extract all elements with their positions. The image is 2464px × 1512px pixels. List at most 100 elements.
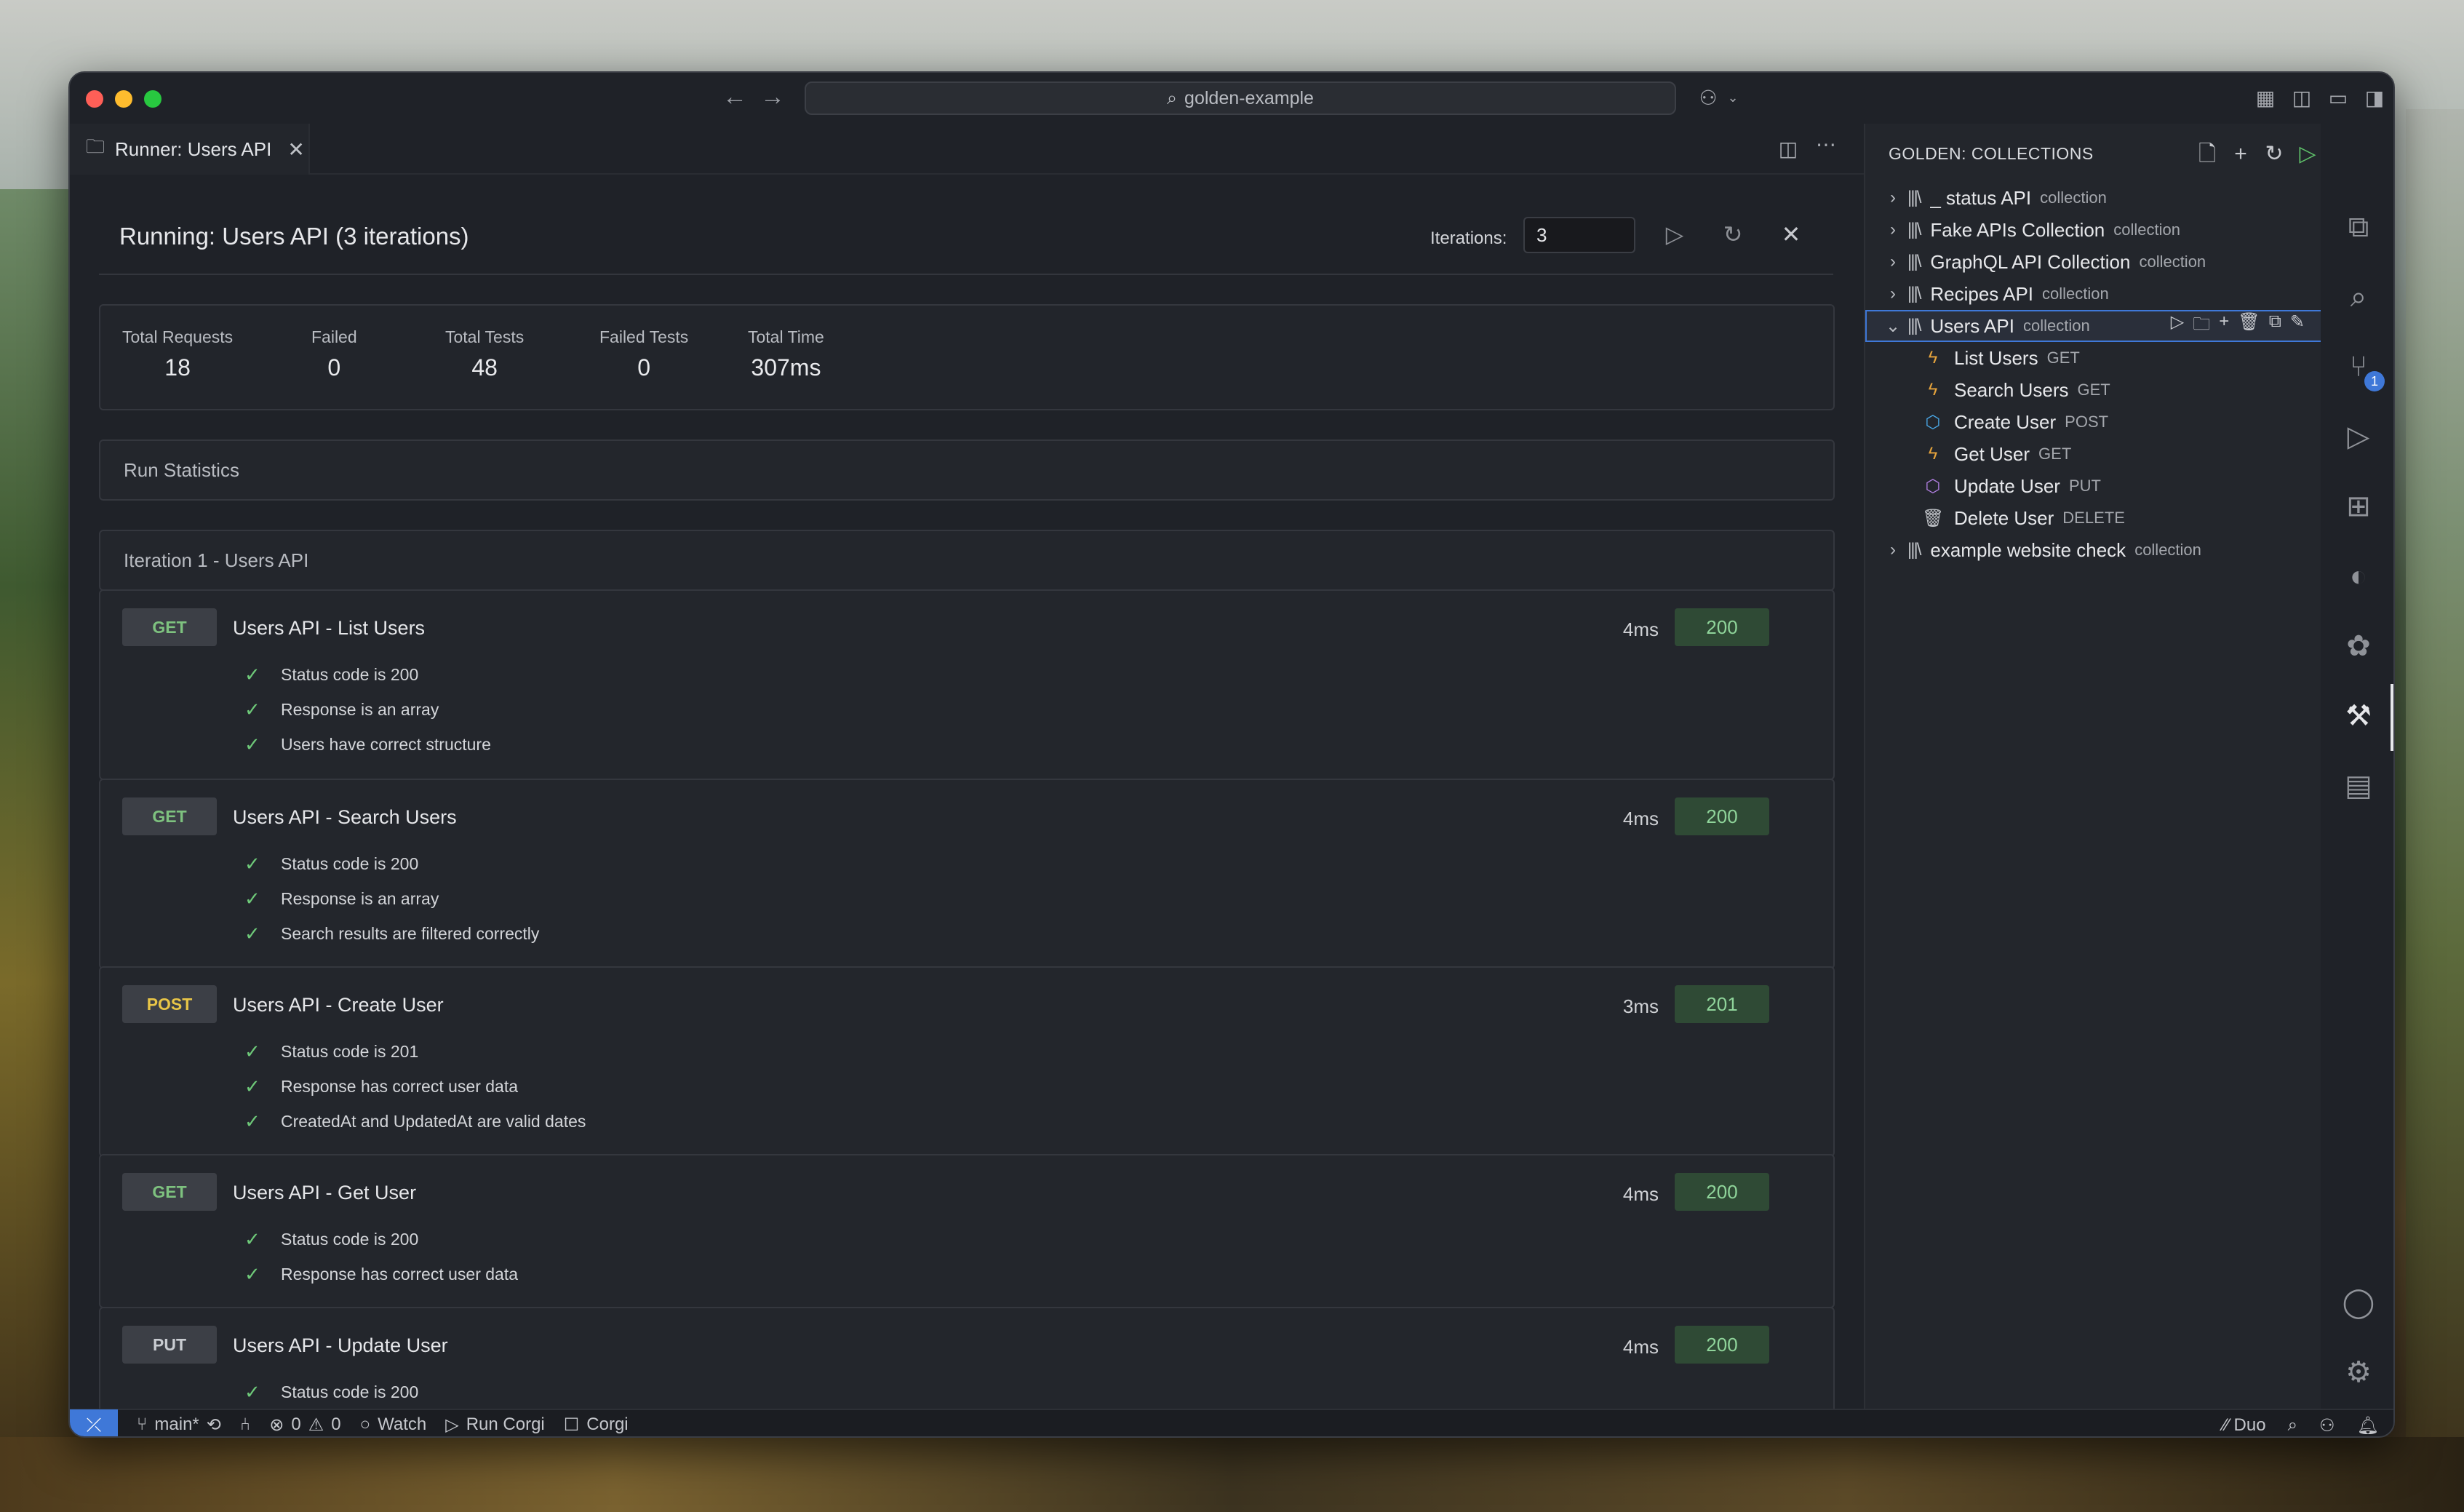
gear-icon[interactable]: ⚙: [2341, 1355, 2376, 1390]
test-result: ✓ Response has correct user data: [244, 1263, 519, 1285]
run-icon[interactable]: ▷: [2293, 140, 2322, 169]
git-graph-icon[interactable]: ⑃: [240, 1414, 250, 1435]
collection-item[interactable]: › |||\ Recipes API collection: [1865, 278, 2322, 310]
method-badge: GET: [122, 797, 217, 835]
request-time: 4ms: [1622, 808, 1659, 829]
error-icon: ⊗: [269, 1414, 284, 1435]
chevron-right-icon: ›: [1890, 540, 1896, 560]
refresh-icon[interactable]: ↻: [1717, 218, 1749, 250]
back-arrow-icon[interactable]: ←: [720, 83, 749, 111]
copy-icon[interactable]: ⧉: [2269, 311, 2281, 341]
package-icon: ⬡: [1925, 476, 1941, 496]
bell-icon[interactable]: 🔔︎: [2357, 1415, 2379, 1436]
toggle-primary-sidebar-icon[interactable]: ◫: [2289, 86, 2315, 111]
run-statistics-header[interactable]: Run Statistics: [99, 439, 1835, 501]
package-icon: ⬡: [1925, 412, 1941, 432]
request-item[interactable]: ⬡ Create User POST: [1865, 406, 2322, 438]
chevron-down-icon[interactable]: ⌄: [1720, 90, 1746, 115]
gauge-icon[interactable]: ◐: [2341, 559, 2376, 594]
check-icon: ✓: [244, 853, 260, 875]
request-time: 3ms: [1622, 995, 1659, 1017]
request-result: GET Users API - Search Users 4ms 200 ✓ St…: [99, 779, 1835, 969]
collection-item-selected[interactable]: ⌄ |||\ Users API collection ▷ 🗀 + 🗑 ⧉ ✎: [1865, 310, 2322, 342]
search-text: golden-example: [1184, 87, 1314, 108]
check-icon: ✓: [244, 1041, 260, 1062]
more-actions-icon[interactable]: ⋯: [1813, 132, 1839, 157]
api-client-icon[interactable]: ⚒: [2341, 699, 2376, 733]
collection-item[interactable]: › |||\ Fake APIs Collection collection: [1865, 214, 2322, 246]
close-icon[interactable]: ✕: [1775, 218, 1807, 250]
remote-icon[interactable]: ⤫: [70, 1409, 118, 1436]
library-icon: |||\: [1907, 284, 1921, 303]
search-icon[interactable]: ⌕: [2341, 279, 2376, 314]
forward-arrow-icon[interactable]: →: [758, 83, 787, 111]
runner-editor: Running: Users API (3 iterations) Iterat…: [70, 175, 1864, 1409]
iterations-input[interactable]: [1523, 217, 1635, 253]
request-name: Users API - Create User: [233, 994, 444, 1016]
watch-button[interactable]: ○ Watch: [360, 1414, 427, 1435]
page-title: Running: Users API (3 iterations): [119, 223, 469, 250]
collection-item[interactable]: › |||\ _ status API collection: [1865, 182, 2322, 214]
add-icon[interactable]: +: [2219, 311, 2229, 341]
collection-item[interactable]: › |||\ example website check collection: [1865, 534, 2322, 566]
edit-icon[interactable]: ✎: [2290, 311, 2305, 341]
request-result: GET Users API - Get User 4ms 200 ✓ Status…: [99, 1154, 1835, 1308]
request-item[interactable]: ϟ Get User GET: [1865, 438, 2322, 470]
problems-indicator[interactable]: ⊗ 0 ⚠ 0: [269, 1414, 340, 1436]
extensions-icon[interactable]: ⊞: [2341, 489, 2376, 524]
library-icon: |||\: [1907, 540, 1921, 560]
lightning-icon: ϟ: [1928, 380, 1938, 399]
check-icon: ✓: [244, 664, 260, 685]
run-debug-icon[interactable]: ▷: [2341, 419, 2376, 454]
duo-button[interactable]: ⁄⁄ Duo: [2223, 1415, 2266, 1436]
play-icon[interactable]: ▷: [1659, 218, 1691, 250]
stat-failed: Failed 0: [311, 327, 357, 381]
stat-total-tests: Total Tests 48: [445, 327, 525, 381]
clipboard-icon[interactable]: ▤: [2341, 768, 2376, 803]
iterations-label: Iterations:: [1430, 228, 1507, 248]
close-icon[interactable]: ✕: [287, 138, 304, 162]
close-window-button[interactable]: [86, 90, 103, 108]
request-name: Users API - List Users: [233, 617, 426, 639]
trash-icon: 🗑: [1922, 508, 1945, 528]
run-corgi-button[interactable]: ▷ Run Corgi: [445, 1414, 545, 1436]
status-badge: 200: [1675, 608, 1769, 646]
title-bar: ← → ⌕ golden-example ⚇ ⌄ ▦ ◫ ▭ ◨: [70, 73, 2393, 124]
explorer-icon[interactable]: ⧉: [2341, 210, 2376, 244]
corgi-button[interactable]: ☐ Corgi: [564, 1414, 629, 1436]
customize-layout-icon[interactable]: ▦: [2252, 86, 2278, 111]
account-icon[interactable]: ◯: [2341, 1285, 2376, 1320]
tab-runner-users-api[interactable]: 🗀 Runner: Users API ✕: [70, 124, 310, 175]
background-right: [2406, 109, 2464, 1512]
zoom-icon[interactable]: ⌕: [2288, 1415, 2297, 1436]
new-file-icon[interactable]: 🗋: [2193, 140, 2222, 169]
minimize-window-button[interactable]: [115, 90, 132, 108]
new-folder-icon[interactable]: 🗀: [2193, 311, 2210, 341]
lightning-icon: ϟ: [1928, 348, 1938, 367]
branch-indicator[interactable]: ⑂ main* ⟲: [137, 1414, 221, 1436]
circle-icon: ○: [359, 1414, 371, 1434]
run-icon[interactable]: ▷: [2171, 311, 2184, 341]
request-item[interactable]: ⬡ Update User PUT: [1865, 470, 2322, 502]
collection-item[interactable]: › |||\ GraphQL API Collection collection: [1865, 246, 2322, 278]
copilot-icon[interactable]: ⚇: [2319, 1415, 2335, 1436]
copilot-icon[interactable]: ⚇: [1695, 86, 1721, 111]
request-time: 4ms: [1622, 618, 1659, 640]
request-result: POST Users API - Create User 3ms 201 ✓ St…: [99, 966, 1835, 1157]
collections-panel: GOLDEN: COLLECTIONS 🗋 + ↻ ▷ › |||\ _ sta…: [1864, 124, 2322, 1409]
iteration-header[interactable]: Iteration 1 - Users API: [99, 530, 1835, 591]
method-badge: GET: [122, 608, 217, 646]
request-item[interactable]: ϟ List Users GET: [1865, 342, 2322, 374]
request-name: Users API - Search Users: [233, 806, 457, 828]
maximize-window-button[interactable]: [144, 90, 162, 108]
add-icon[interactable]: +: [2226, 140, 2255, 169]
toggle-panel-icon[interactable]: ▭: [2325, 86, 2351, 111]
request-item[interactable]: 🗑 Delete User DELETE: [1865, 502, 2322, 534]
toggle-secondary-sidebar-icon[interactable]: ◨: [2361, 86, 2388, 111]
split-editor-icon[interactable]: ◫: [1775, 137, 1801, 162]
refresh-icon[interactable]: ↻: [2260, 140, 2289, 169]
command-center-search[interactable]: ⌕ golden-example: [805, 81, 1676, 115]
request-item[interactable]: ϟ Search Users GET: [1865, 374, 2322, 406]
paw-icon[interactable]: ✿: [2341, 629, 2376, 664]
trash-icon[interactable]: 🗑: [2238, 311, 2260, 341]
